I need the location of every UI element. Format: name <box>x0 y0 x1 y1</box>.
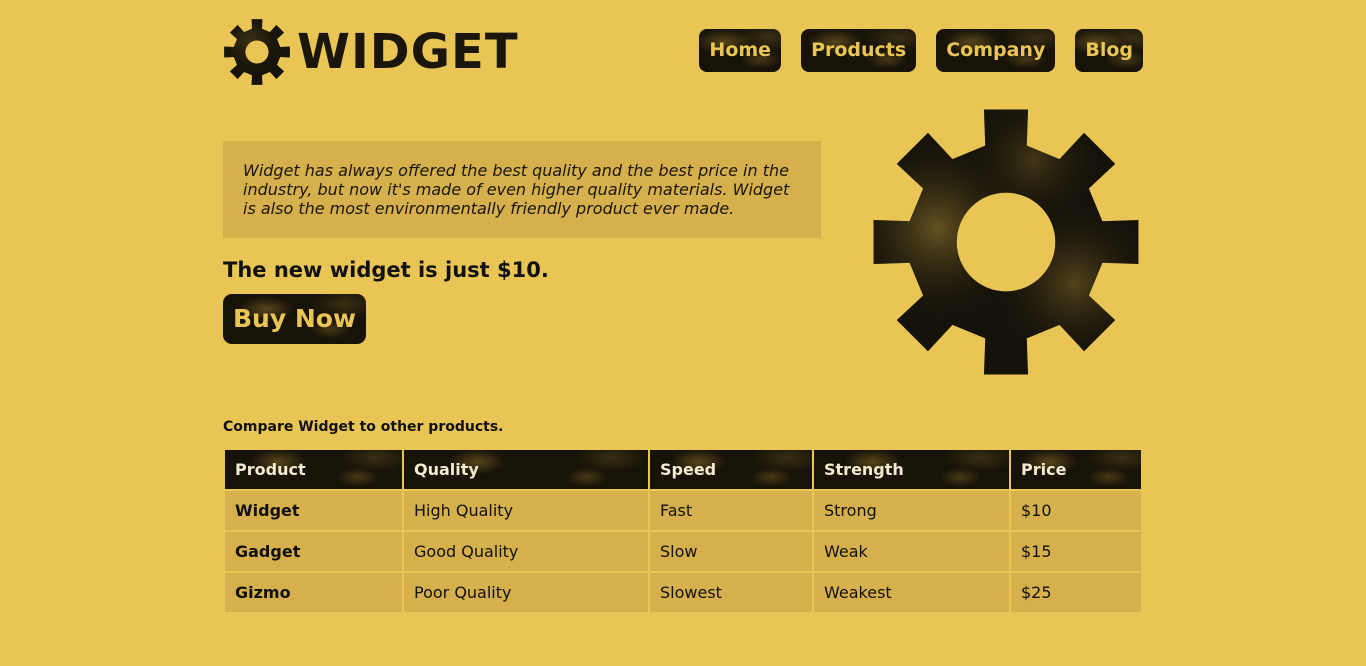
cell-product: Gadget <box>225 532 402 571</box>
price-headline: The new widget is just $10. <box>223 258 549 282</box>
cell-speed: Slowest <box>650 573 812 612</box>
cell-price: $15 <box>1011 532 1141 571</box>
page-container: WIDGET Home Products Company Blog Widget… <box>223 0 1143 666</box>
site-logo[interactable]: WIDGET <box>223 18 519 86</box>
cell-price: $25 <box>1011 573 1141 612</box>
table-header-row: Product Quality Speed Strength Price <box>225 450 1141 489</box>
cell-product: Widget <box>225 491 402 530</box>
cell-speed: Slow <box>650 532 812 571</box>
cell-quality: High Quality <box>404 491 648 530</box>
intro-text: Widget has always offered the best quali… <box>243 161 790 218</box>
table-row: Widget High Quality Fast Strong $10 <box>225 491 1141 530</box>
cell-product: Gizmo <box>225 573 402 612</box>
main-nav: Home Products Company Blog <box>699 29 1143 72</box>
nav-products[interactable]: Products <box>801 29 916 72</box>
cell-strength: Weak <box>814 532 1009 571</box>
nav-company[interactable]: Company <box>936 29 1055 72</box>
cell-quality: Poor Quality <box>404 573 648 612</box>
table-row: Gizmo Poor Quality Slowest Weakest $25 <box>225 573 1141 612</box>
cell-price: $10 <box>1011 491 1141 530</box>
cell-speed: Fast <box>650 491 812 530</box>
table-row: Gadget Good Quality Slow Weak $15 <box>225 532 1141 571</box>
cell-quality: Good Quality <box>404 532 648 571</box>
col-header-strength: Strength <box>814 450 1009 489</box>
col-header-product: Product <box>225 450 402 489</box>
compare-caption: Compare Widget to other products. <box>223 419 504 435</box>
compare-table: Product Quality Speed Strength Price Wid… <box>223 448 1143 614</box>
brand-name: WIDGET <box>297 24 519 80</box>
nav-home[interactable]: Home <box>699 29 781 72</box>
gear-shape <box>224 19 290 85</box>
intro-box: Widget has always offered the best quali… <box>223 141 821 238</box>
gear-icon <box>873 109 1139 375</box>
buy-now-button[interactable]: Buy Now <box>223 294 366 344</box>
nav-blog[interactable]: Blog <box>1075 29 1143 72</box>
cell-strength: Strong <box>814 491 1009 530</box>
cell-strength: Weakest <box>814 573 1009 612</box>
col-header-quality: Quality <box>404 450 648 489</box>
col-header-speed: Speed <box>650 450 812 489</box>
gear-icon <box>224 19 290 85</box>
col-header-price: Price <box>1011 450 1141 489</box>
